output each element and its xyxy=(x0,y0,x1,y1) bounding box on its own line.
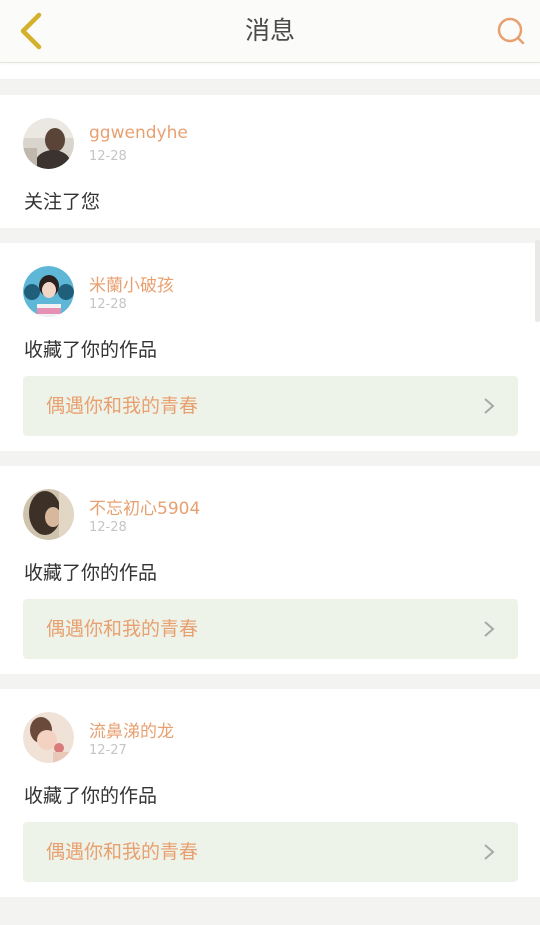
chevron-right-icon xyxy=(484,621,495,637)
work-link[interactable]: 偶遇你和我的青春 xyxy=(23,376,518,436)
work-title: 偶遇你和我的青春 xyxy=(46,841,199,863)
action-text: 收藏了你的作品 xyxy=(24,785,158,807)
previous-item-edge xyxy=(0,63,540,80)
avatar[interactable] xyxy=(23,266,74,317)
action-text: 收藏了你的作品 xyxy=(24,562,158,584)
message-item: 流鼻涕的龙 12-27 收藏了你的作品 偶遇你和我的青春 xyxy=(0,689,540,897)
username[interactable]: ggwendyhe xyxy=(89,123,188,143)
action-text: 收藏了你的作品 xyxy=(24,339,158,361)
chevron-right-icon xyxy=(484,398,495,414)
message-item: 米蘭小破孩 12-28 收藏了你的作品 偶遇你和我的青春 xyxy=(0,243,540,451)
avatar[interactable] xyxy=(23,489,74,540)
message-item: 不忘初心5904 12-28 收藏了你的作品 偶遇你和我的青春 xyxy=(0,466,540,674)
scrollbar-thumb[interactable] xyxy=(535,240,540,322)
avatar[interactable] xyxy=(23,118,74,169)
work-link[interactable]: 偶遇你和我的青春 xyxy=(23,822,518,882)
chevron-right-icon xyxy=(484,844,495,860)
message-date: 12-28 xyxy=(89,297,127,312)
message-date: 12-27 xyxy=(89,743,127,758)
message-date: 12-28 xyxy=(89,520,127,535)
search-icon xyxy=(497,17,525,45)
page-title: 消息 xyxy=(244,16,295,45)
message-list: ggwendyhe 12-28 关注了您 米蘭小破孩 12-28 收藏了你的作品… xyxy=(0,95,540,912)
action-text: 关注了您 xyxy=(24,191,101,213)
message-date: 12-28 xyxy=(89,149,127,164)
avatar[interactable] xyxy=(23,712,74,763)
work-link[interactable]: 偶遇你和我的青春 xyxy=(23,599,518,659)
search-button[interactable] xyxy=(494,14,528,48)
username[interactable]: 不忘初心5904 xyxy=(89,494,200,519)
message-item: ggwendyhe 12-28 关注了您 xyxy=(0,95,540,228)
header-bar: 消息 xyxy=(0,0,540,63)
username[interactable]: 流鼻涕的龙 xyxy=(89,717,174,742)
work-title: 偶遇你和我的青春 xyxy=(46,618,199,640)
username[interactable]: 米蘭小破孩 xyxy=(89,271,174,296)
work-title: 偶遇你和我的青春 xyxy=(46,395,199,417)
